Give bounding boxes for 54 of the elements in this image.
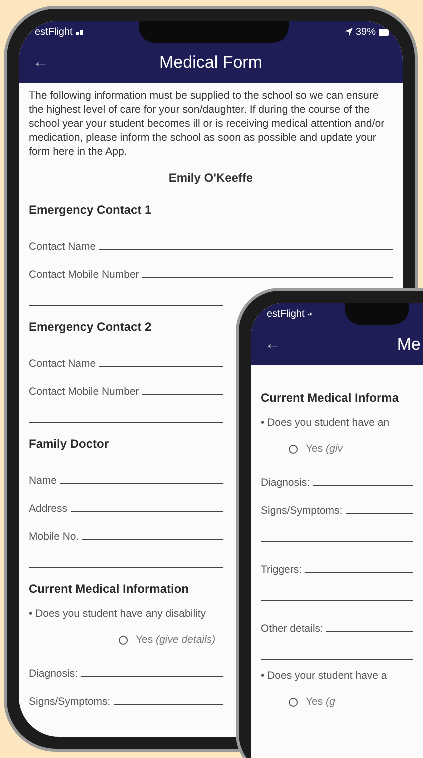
signal-icon bbox=[308, 311, 312, 317]
fill-in-line[interactable] bbox=[81, 675, 223, 677]
question-text: • Does you student have any disability bbox=[29, 608, 206, 620]
fill-in-line[interactable] bbox=[326, 630, 413, 632]
signal-icon bbox=[76, 29, 84, 35]
fill-in-line[interactable] bbox=[99, 248, 393, 250]
field-label: Contact Name bbox=[29, 241, 96, 253]
field-label: Contact Mobile Number bbox=[29, 386, 140, 398]
screen-title: Me bbox=[397, 335, 421, 355]
radio-button[interactable] bbox=[119, 636, 128, 644]
battery-text: 39% bbox=[356, 26, 376, 38]
option-label: Yes (give details) bbox=[136, 634, 216, 646]
fill-in-line[interactable] bbox=[70, 510, 223, 512]
section-heading: Current Medical Informa bbox=[261, 391, 400, 405]
fill-in-line[interactable] bbox=[142, 393, 223, 395]
intro-paragraph: The following information must be supplied to the school so we can ensure the highest level of care for your son/daughter. If during the course of the school year your student becomes ill or is receiving medical attention and/or medication, please inform the school as soon as possible and update your form here in the App. bbox=[29, 89, 386, 159]
field-label: Signs/Symptoms: bbox=[261, 505, 343, 517]
field-label: Diagnosis: bbox=[29, 668, 78, 680]
fill-in-line[interactable] bbox=[60, 482, 223, 484]
field-label: Contact Mobile Number bbox=[29, 269, 140, 281]
section-heading: Emergency Contact 1 bbox=[29, 203, 152, 217]
screen-title: Medical Form bbox=[160, 53, 262, 73]
fill-in-line[interactable] bbox=[346, 512, 413, 514]
fill-in-line[interactable] bbox=[142, 276, 393, 278]
field-label: Mobile No. bbox=[29, 531, 80, 543]
section-heading: Emergency Contact 2 bbox=[29, 320, 152, 334]
field-label: Triggers: bbox=[261, 564, 302, 576]
section-heading: Current Medical Information bbox=[29, 582, 190, 596]
back-button[interactable]: ← bbox=[27, 54, 55, 72]
field-label: Other details: bbox=[261, 623, 324, 635]
location-icon bbox=[344, 28, 353, 36]
field-label: Name bbox=[29, 475, 58, 487]
field-label: Address bbox=[29, 503, 68, 515]
fill-in-line[interactable] bbox=[305, 571, 413, 573]
fill-in-line[interactable] bbox=[99, 365, 223, 367]
back-button[interactable]: ← bbox=[259, 336, 287, 354]
fill-in-line[interactable] bbox=[82, 538, 223, 540]
field-label: Contact Name bbox=[29, 358, 96, 370]
question-text: • Does your student have a bbox=[261, 670, 388, 682]
option-label: Yes (g bbox=[306, 696, 336, 708]
student-name: Emily O'Keeffe bbox=[168, 171, 254, 185]
option-label: Yes (giv bbox=[306, 443, 343, 455]
field-label: Diagnosis: bbox=[261, 477, 310, 489]
question-text: • Does you student have an bbox=[261, 417, 390, 429]
field-label: Signs/Symptoms: bbox=[29, 696, 111, 708]
fill-in-line[interactable] bbox=[114, 703, 223, 705]
section-heading: Family Doctor bbox=[29, 437, 110, 451]
radio-button[interactable] bbox=[289, 698, 298, 706]
battery-icon bbox=[379, 28, 389, 36]
radio-button[interactable] bbox=[289, 444, 298, 454]
notch bbox=[345, 303, 409, 325]
carrier-text: estFlight bbox=[267, 308, 305, 320]
fill-in-line[interactable] bbox=[313, 484, 413, 486]
carrier-text: estFlight bbox=[35, 26, 73, 38]
